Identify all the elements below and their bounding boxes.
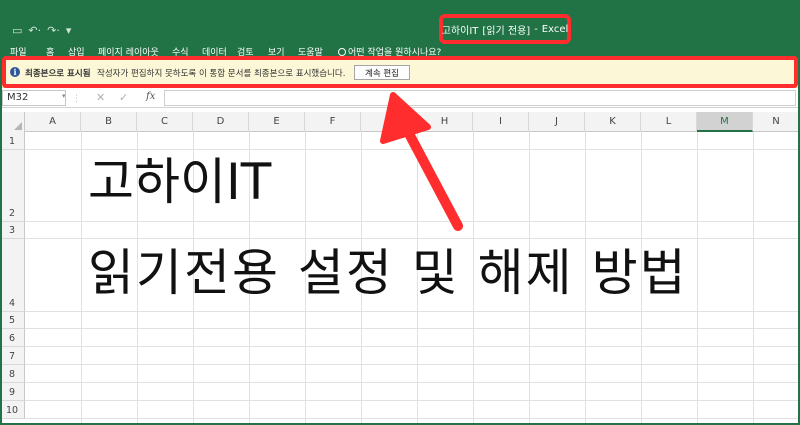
customize-icon[interactable]: ▾	[66, 24, 72, 37]
cell-b4[interactable]: 읽기전용 설정 및 해제 방법	[88, 244, 688, 302]
column-header-b[interactable]: B	[81, 112, 137, 132]
name-box[interactable]: M32	[2, 90, 66, 106]
undo-icon[interactable]: ↶·	[28, 24, 41, 37]
app-name: Excel	[541, 23, 569, 35]
column-header-e[interactable]: E	[249, 112, 305, 132]
column-header-h[interactable]: H	[417, 112, 473, 132]
annotation-infobar-highlight	[2, 56, 798, 88]
column-header-g[interactable]: G	[361, 112, 417, 132]
column-header-l[interactable]: L	[641, 112, 697, 132]
row-header-7[interactable]: 7	[0, 347, 25, 365]
gridline	[25, 149, 800, 150]
column-header-k[interactable]: K	[585, 112, 641, 132]
row-header-1[interactable]: 1	[0, 132, 25, 150]
formula-bar-separator[interactable]: ⋮	[72, 94, 81, 104]
gridline	[25, 400, 800, 401]
row-header-5[interactable]: 5	[0, 312, 25, 329]
formula-input[interactable]	[164, 90, 796, 106]
row-header-10[interactable]: 10	[0, 401, 25, 419]
row-header-4[interactable]: 4	[0, 239, 25, 312]
annotation-arrow-shaft	[401, 123, 463, 231]
redo-icon[interactable]: ↷·	[47, 24, 60, 37]
gridline	[25, 238, 800, 239]
name-box-dropdown-icon[interactable]: ▾	[62, 92, 66, 100]
quick-access-toolbar: ▭ ↶· ↷· ▾	[12, 24, 71, 37]
row-header-8[interactable]: 8	[0, 365, 25, 383]
title-bar	[0, 0, 800, 44]
read-only-mode: [읽기 전용]	[482, 25, 531, 37]
enter-icon[interactable]: ✓	[119, 91, 128, 104]
title-separator: -	[534, 23, 538, 35]
gridline	[25, 382, 800, 383]
gridline	[25, 311, 800, 312]
select-all-triangle-icon	[14, 122, 22, 130]
row-header-3[interactable]: 3	[0, 222, 25, 239]
document-name: 고하이IT	[441, 25, 479, 37]
gridline	[25, 364, 800, 365]
gridline	[25, 346, 800, 347]
column-header-j[interactable]: J	[529, 112, 585, 132]
column-header-c[interactable]: C	[137, 112, 193, 132]
gridline	[25, 418, 800, 419]
column-header-m[interactable]: M	[697, 112, 753, 132]
column-header-d[interactable]: D	[193, 112, 249, 132]
gridline	[25, 328, 800, 329]
cell-b2[interactable]: 고하이IT	[88, 154, 271, 210]
row-header-2[interactable]: 2	[0, 150, 25, 222]
column-header-i[interactable]: I	[473, 112, 529, 132]
gridline	[25, 221, 800, 222]
row-header-9[interactable]: 9	[0, 383, 25, 401]
column-header-n[interactable]: N	[753, 112, 800, 132]
lightbulb-icon	[338, 48, 346, 56]
column-header-f[interactable]: F	[305, 112, 361, 132]
row-header-6[interactable]: 6	[0, 329, 25, 347]
save-icon[interactable]: ▭	[12, 24, 22, 37]
insert-function-icon[interactable]: fx	[146, 91, 155, 102]
cancel-icon[interactable]: ✕	[96, 91, 105, 104]
column-header-a[interactable]: A	[25, 112, 81, 132]
window-title: 고하이IT [읽기 전용] - Excel	[439, 14, 571, 44]
